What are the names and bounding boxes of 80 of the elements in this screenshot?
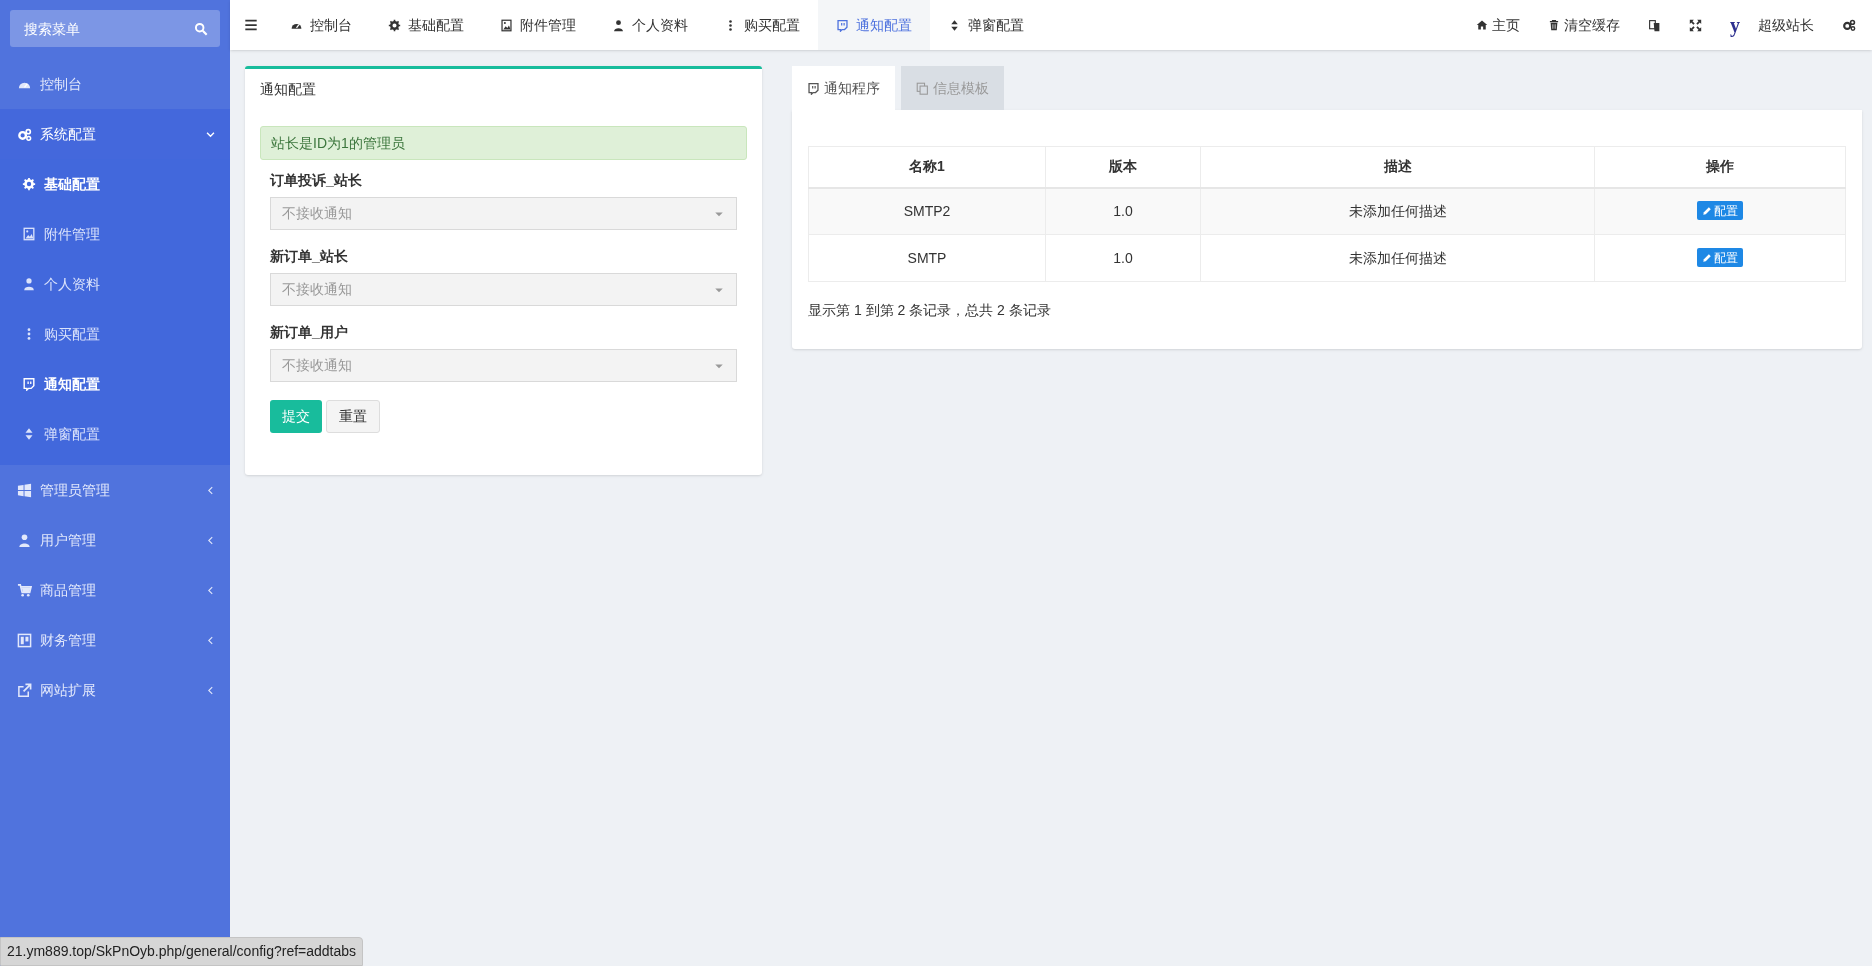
user-icon bbox=[612, 18, 625, 32]
panel-tab[interactable]: 通知程序 bbox=[792, 66, 895, 110]
table-cell: 未添加任何描述 bbox=[1200, 187, 1595, 235]
sidebar-submenu-item[interactable]: 个人资料 bbox=[0, 259, 230, 309]
chevron-left-icon bbox=[205, 534, 216, 546]
windows-tiles-icon bbox=[17, 482, 32, 498]
top-nav-tab[interactable]: 通知配置 bbox=[818, 0, 930, 50]
pencil-icon bbox=[1702, 252, 1712, 263]
sidebar-submenu-item[interactable]: 弹窗配置 bbox=[0, 409, 230, 459]
chat-bubble-icon bbox=[836, 18, 849, 32]
pagination-info: 显示第 1 到第 2 条记录，总共 2 条记录 bbox=[808, 301, 1052, 320]
chevron-left-icon bbox=[205, 484, 216, 496]
column-header: 名称1 bbox=[808, 146, 1046, 188]
top-nav-tab[interactable]: 个人资料 bbox=[594, 0, 706, 50]
gears-icon bbox=[17, 126, 32, 142]
submit-button[interactable]: 提交 bbox=[270, 400, 322, 433]
table-cell: 1.0 bbox=[1045, 187, 1201, 235]
field-label: 新订单_用户 bbox=[270, 323, 349, 342]
notification-select[interactable]: 不接收通知 bbox=[270, 197, 737, 230]
column-header: 版本 bbox=[1045, 146, 1201, 188]
sidebar-menu-item[interactable]: 商品管理 bbox=[0, 565, 230, 615]
sidebar-menu-item[interactable]: 控制台 bbox=[0, 59, 230, 109]
translate-icon[interactable] bbox=[1648, 18, 1661, 32]
image-icon bbox=[22, 227, 36, 241]
sidebar-menu-item[interactable]: 网站扩展 bbox=[0, 665, 230, 715]
gear-icon bbox=[388, 18, 401, 32]
top-nav-tab[interactable]: 弹窗配置 bbox=[930, 0, 1042, 50]
sidebar-menu-item[interactable]: 管理员管理 bbox=[0, 465, 230, 515]
image-icon bbox=[500, 18, 513, 32]
status-bar-url: 21.ym889.top/SkPnOyb.php/general/config?ref=addtabs bbox=[0, 937, 364, 966]
sidebar-menu-item[interactable]: 系统配置 bbox=[0, 109, 230, 159]
top-nav-tab[interactable]: 附件管理 bbox=[482, 0, 594, 50]
reset-button[interactable]: 重置 bbox=[326, 400, 380, 433]
sidebar-menu-item[interactable]: 财务管理 bbox=[0, 615, 230, 665]
sidebar-submenu-item[interactable]: 通知配置 bbox=[0, 359, 230, 409]
home-link[interactable]: 主页 bbox=[1462, 0, 1534, 50]
field-label: 订单投诉_站长 bbox=[270, 171, 363, 190]
sidebar-submenu-item[interactable]: 购买配置 bbox=[0, 309, 230, 359]
avatar-logo[interactable]: y bbox=[1730, 15, 1740, 35]
top-nav-tab[interactable]: 控制台 bbox=[272, 0, 370, 50]
configure-button[interactable]: 配置 bbox=[1697, 201, 1743, 221]
panel-tab[interactable]: 信息模板 bbox=[901, 66, 1004, 110]
table-cell: SMTP bbox=[808, 234, 1046, 282]
top-nav-tab[interactable]: 购买配置 bbox=[706, 0, 818, 50]
sidebar-submenu-item[interactable]: 基础配置 bbox=[0, 159, 230, 209]
chevron-left-icon bbox=[205, 634, 216, 646]
menu-icon[interactable] bbox=[244, 18, 258, 32]
search-icon[interactable] bbox=[194, 22, 208, 36]
table-cell: SMTP2 bbox=[808, 187, 1046, 235]
configure-button[interactable]: 配置 bbox=[1697, 248, 1743, 267]
sidebar-submenu-item[interactable]: 附件管理 bbox=[0, 209, 230, 259]
chat-bubble-icon bbox=[22, 377, 36, 391]
column-header: 描述 bbox=[1200, 146, 1595, 188]
pencil-icon bbox=[1702, 205, 1712, 216]
user-icon bbox=[22, 277, 36, 291]
table-cell: 1.0 bbox=[1045, 234, 1201, 282]
info-alert: 站长是ID为1的管理员 bbox=[260, 126, 747, 160]
chevron-left-icon bbox=[205, 684, 216, 696]
gears-icon[interactable] bbox=[1842, 18, 1856, 32]
user-icon bbox=[17, 532, 32, 548]
notification-select[interactable]: 不接收通知 bbox=[270, 349, 737, 382]
home-icon bbox=[1476, 19, 1488, 31]
table-cell: 未添加任何描述 bbox=[1200, 234, 1595, 282]
gear-icon bbox=[22, 177, 36, 191]
sidebar-menu-item[interactable]: 用户管理 bbox=[0, 515, 230, 565]
external-link-icon bbox=[17, 682, 32, 698]
cart-icon bbox=[17, 582, 32, 598]
copy-icon bbox=[916, 81, 929, 95]
top-nav-tab[interactable]: 基础配置 bbox=[370, 0, 482, 50]
fullscreen-icon[interactable] bbox=[1689, 18, 1702, 32]
clear-cache-button[interactable]: 清空缓存 bbox=[1534, 0, 1634, 50]
notification-select[interactable]: 不接收通知 bbox=[270, 273, 737, 306]
trash-icon bbox=[1548, 19, 1560, 31]
board-icon bbox=[17, 632, 32, 648]
user-name[interactable]: 超级站长 bbox=[1758, 14, 1814, 36]
column-header: 操作 bbox=[1594, 146, 1846, 188]
chevron-left-icon bbox=[205, 584, 216, 596]
panel-title: 通知配置 bbox=[259, 80, 317, 99]
field-label: 新订单_站长 bbox=[270, 247, 349, 266]
chat-bubble-icon bbox=[807, 81, 820, 95]
